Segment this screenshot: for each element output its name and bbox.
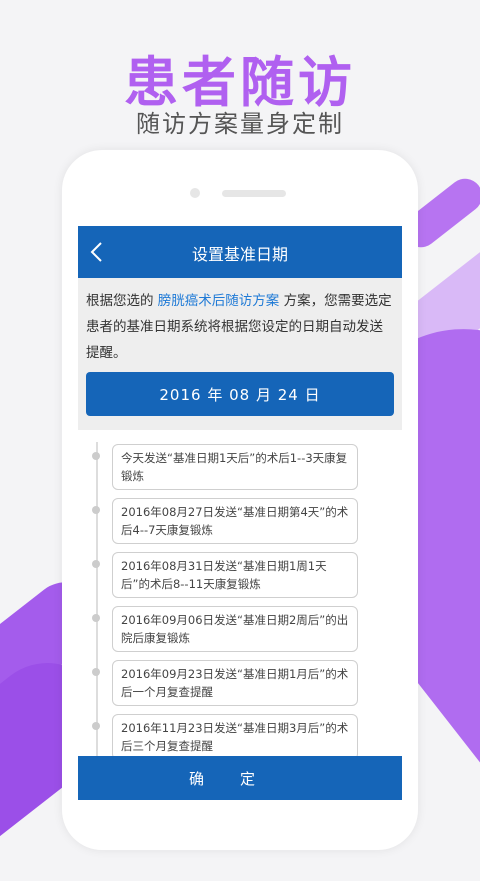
timeline-line [96,442,98,760]
timeline-text: 2016年09月06日发送“基准日期2周后”的出院后康复锻炼 [112,606,358,652]
intro-text: 根据您选的 膀胱癌术后随访方案 方案，您需要选定患者的基准日期系统将根据您设定的… [86,288,396,366]
timeline-dot [92,668,100,676]
nav-bar: 设置基准日期 [78,226,402,278]
timeline-text: 2016年08月27日发送“基准日期第4天”的术后4--7天康复锻炼 [112,498,358,544]
timeline-text: 2016年09月23日发送“基准日期1月后”的术后一个月复查提醒 [112,660,358,706]
plan-link[interactable]: 膀胱癌术后随访方案 [158,293,280,309]
speaker-icon [222,190,286,197]
timeline-text: 今天发送“基准日期1天后”的术后1--3天康复锻炼 [112,444,358,490]
camera-icon [190,188,200,198]
intro-prefix: 根据您选的 [86,293,154,309]
page-title: 设置基准日期 [191,245,288,264]
confirm-button[interactable]: 确定 [78,756,402,800]
timeline-text: 2016年11月23日发送“基准日期3月后”的术后三个月复查提醒 [112,714,358,760]
timeline-text: 2016年08月31日发送“基准日期1周1天后”的术后8--11天康复锻炼 [112,552,358,598]
timeline-dot [92,452,100,460]
schedule-timeline: 今天发送“基准日期1天后”的术后1--3天康复锻炼 2016年08月27日发送“… [78,430,402,760]
timeline-dot [92,506,100,514]
timeline-dot [92,560,100,568]
date-picker-button[interactable]: 2016 年 08 月 24 日 [86,372,394,416]
timeline-dot [92,722,100,730]
timeline-dot [92,614,100,622]
hero-subtitle: 随访方案量身定制 [136,110,344,138]
app-screen: 设置基准日期 根据您选的 膀胱癌术后随访方案 方案，您需要选定患者的基准日期系统… [78,226,402,800]
